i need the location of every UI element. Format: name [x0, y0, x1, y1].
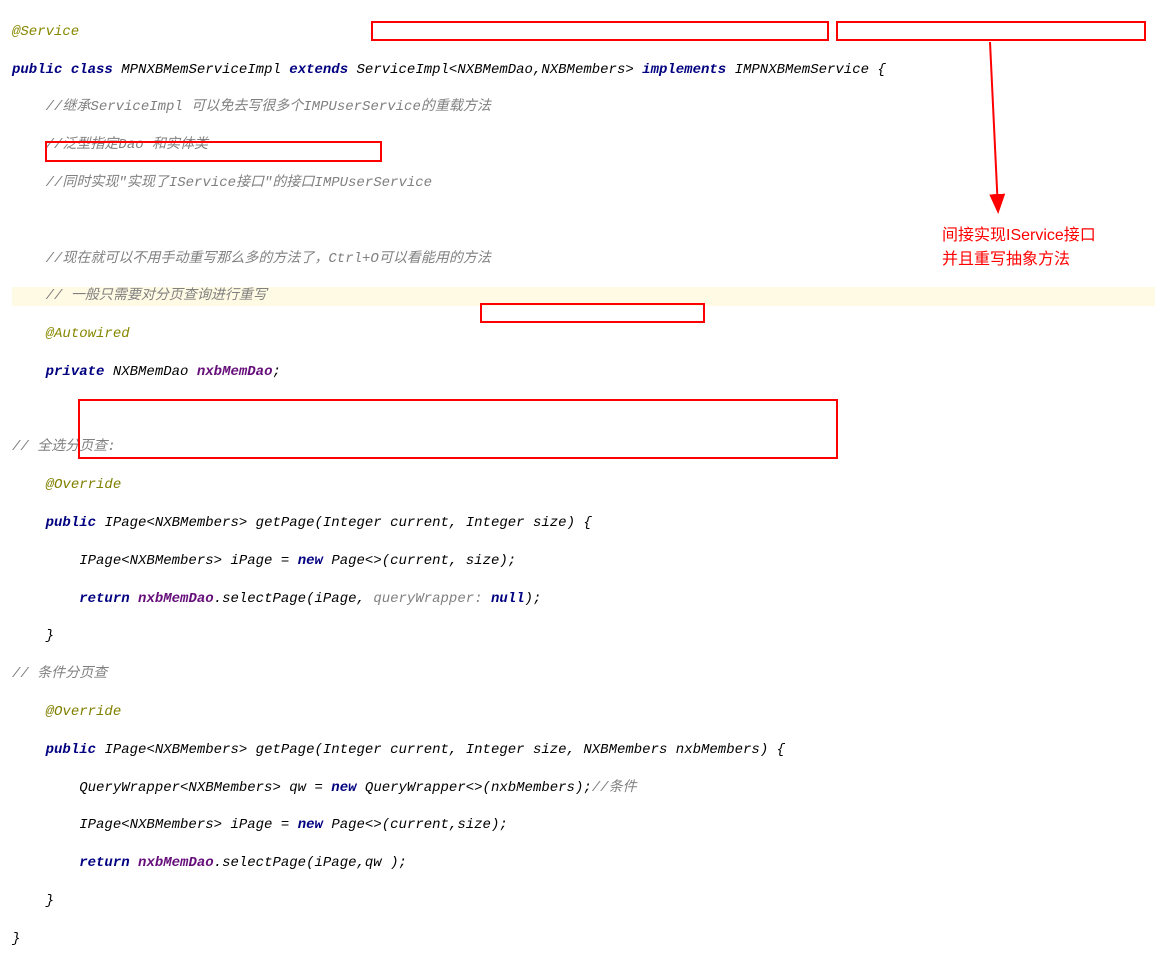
extends-type: ServiceImpl<NXBMemDao,NXBMembers> [357, 62, 634, 78]
new-keyword-3: new [298, 817, 323, 833]
brace-close: } [46, 628, 54, 644]
arg-current-1: current [390, 553, 449, 569]
ipage-decl-1: IPage<NXBMembers> [79, 553, 222, 569]
private-keyword: private [46, 364, 105, 380]
qw-ctor: QueryWrapper<> [365, 780, 483, 796]
brace-close-class: } [12, 931, 20, 947]
service-annotation: @Service [12, 24, 79, 40]
qw-comment: //条件 [592, 780, 637, 796]
qw-ctor-args: (nxbMembers); [483, 780, 592, 796]
param-size-1: size [533, 515, 567, 531]
return-type-1: IPage<NXBMembers> [104, 515, 247, 531]
param-type-int-1: Integer [323, 515, 382, 531]
comma: , [449, 515, 466, 531]
code-editor[interactable]: @Service public class MPNXBMemServiceImp… [0, 0, 1167, 971]
override-annotation-2: @Override [46, 704, 122, 720]
brace-open: { [877, 62, 885, 78]
public-keyword-3: public [46, 742, 96, 758]
qw-var: qw [289, 780, 306, 796]
semicolon: ; [272, 364, 280, 380]
page-ctor-1: Page<> [331, 553, 381, 569]
param-hint-qw: queryWrapper: [373, 591, 482, 607]
annotation-note: 间接实现IService接口 并且重写抽象方法 [942, 224, 1096, 272]
class-keyword: class [71, 62, 113, 78]
method-getpage-1: getPage [256, 515, 315, 531]
cparen: ) [499, 553, 507, 569]
selectpage-call-2: .selectPage(iPage,qw ); [214, 855, 407, 871]
method-getpage-2: getPage [256, 742, 315, 758]
brace: { [583, 515, 591, 531]
selectpage-call-1: .selectPage(iPage, [214, 591, 374, 607]
param-size-2: size [533, 742, 567, 758]
param-type-int-4: Integer [466, 742, 525, 758]
autowired-annotation: @Autowired [46, 326, 130, 342]
param-nxbmembers: nxbMembers [676, 742, 760, 758]
semi: ; [508, 553, 516, 569]
param-type-nxb: NXBMembers [583, 742, 667, 758]
equals: = [314, 780, 322, 796]
dao-ref-2: nxbMemDao [138, 855, 214, 871]
class-name: MPNXBMemServiceImpl [121, 62, 281, 78]
override-annotation-1: @Override [46, 477, 122, 493]
comment-2: //泛型指定Dao 和实体类 [46, 137, 208, 153]
close-call-1: ); [525, 591, 542, 607]
ipage-var-1: iPage [230, 553, 272, 569]
region-comment-1: // 全选分页查: [12, 439, 116, 455]
dao-field: nxbMemDao [197, 364, 273, 380]
comma: , [449, 742, 466, 758]
page-ctor-2: Page<> [331, 817, 381, 833]
ipage-var-2: iPage [230, 817, 272, 833]
brace: { [777, 742, 785, 758]
param-current-1: current [390, 515, 449, 531]
public-keyword: public [12, 62, 62, 78]
new-keyword-2: new [331, 780, 356, 796]
dao-type: NXBMemDao [113, 364, 189, 380]
comma: , [567, 742, 584, 758]
cparen: ) [760, 742, 768, 758]
return-keyword-1: return [79, 591, 129, 607]
comma: , [449, 553, 466, 569]
annotation-line-2: 并且重写抽象方法 [942, 248, 1096, 272]
comment-5: // 一般只需要对分页查询进行重写 [46, 288, 267, 304]
equals: = [281, 817, 289, 833]
qw-decl: QueryWrapper<NXBMembers> [79, 780, 281, 796]
implements-keyword: implements [642, 62, 726, 78]
paren: ( [314, 515, 322, 531]
new-keyword-1: new [298, 553, 323, 569]
comment-3: //同时实现"实现了IService接口"的接口IMPUserService [46, 175, 432, 191]
return-keyword-2: return [79, 855, 129, 871]
param-current-2: current [390, 742, 449, 758]
paren: ( [382, 553, 390, 569]
cparen: ) [567, 515, 575, 531]
null-keyword: null [491, 591, 525, 607]
extends-keyword: extends [289, 62, 348, 78]
public-keyword-2: public [46, 515, 96, 531]
annotation-line-1: 间接实现IService接口 [942, 224, 1096, 248]
ipage-decl-2: IPage<NXBMembers> [79, 817, 222, 833]
paren: ( [314, 742, 322, 758]
dao-ref-1: nxbMemDao [138, 591, 214, 607]
brace-close: } [46, 893, 54, 909]
return-type-2: IPage<NXBMembers> [104, 742, 247, 758]
arg-size-1: size [466, 553, 500, 569]
param-type-int-2: Integer [466, 515, 525, 531]
equals: = [281, 553, 289, 569]
param-type-int-3: Integer [323, 742, 382, 758]
comment-1: //继承ServiceImpl 可以免去写很多个IMPUserService的重… [46, 99, 491, 115]
implements-type: IMPNXBMemService [735, 62, 869, 78]
page-args-2: (current,size); [382, 817, 508, 833]
comment-4: //现在就可以不用手动重写那么多的方法了，Ctrl+O可以看能用的方法 [46, 251, 491, 267]
region-comment-2: // 条件分页查 [12, 666, 107, 682]
